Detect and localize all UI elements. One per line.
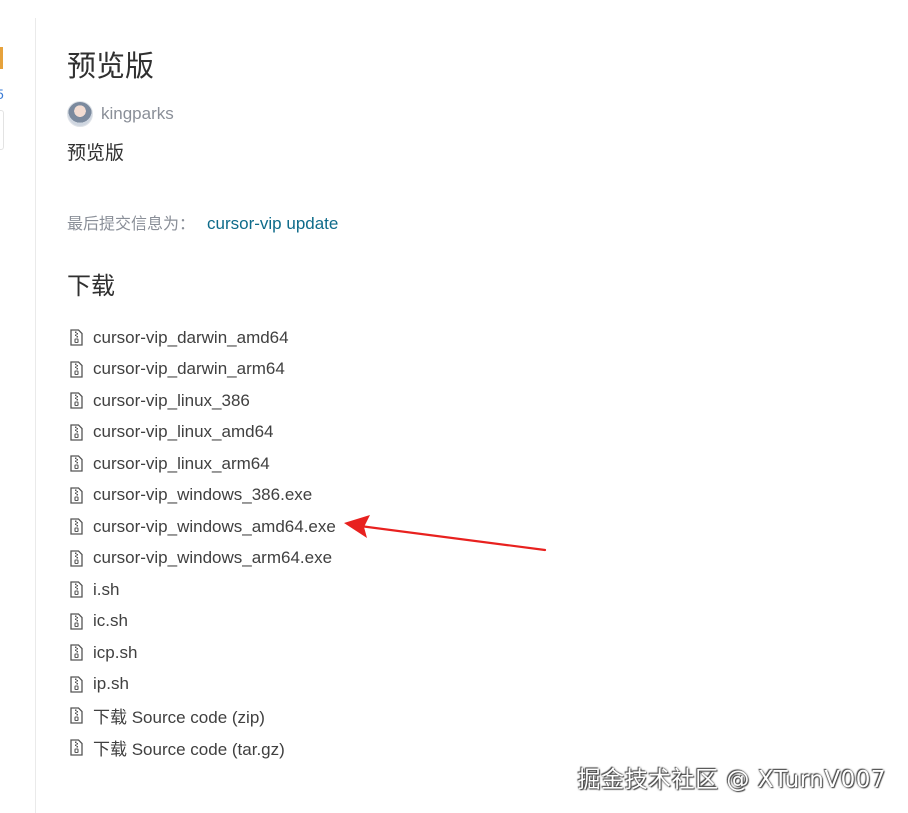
release-description: 预览版 [67,142,125,164]
file-zip-icon [70,644,83,661]
download-item[interactable]: ip.sh [67,669,867,701]
download-item-label: ip.sh [93,674,129,694]
download-item[interactable]: cursor-vip_darwin_arm64 [67,354,867,386]
annotation-arrow [344,515,547,552]
download-item[interactable]: 下载 Source code (tar.gz) [67,732,867,764]
left-button-fragment[interactable] [0,110,4,150]
avatar[interactable] [67,101,93,127]
download-item-label: cursor-vip_linux_arm64 [93,453,270,473]
release-title: 预览版 [67,49,155,83]
watermark: 掘金技术社区 @ XTurnV007 [577,767,886,793]
download-item[interactable]: icp.sh [67,637,867,669]
author-name[interactable]: kingparks [101,104,174,124]
file-zip-icon [70,613,83,630]
download-item-label: icp.sh [93,642,138,662]
release-panel: 预览版 kingparks 预览版 最后提交信息为： cursor-vip upd… [67,40,867,763]
download-item-label: 下载 Source code (tar.gz) [93,739,285,759]
author-row: kingparks [67,100,867,128]
file-zip-icon [70,581,83,598]
file-zip-icon [70,329,83,346]
download-item[interactable]: cursor-vip_linux_386 [67,385,867,417]
left-count-fragment[interactable]: 5 [0,86,4,102]
arrow-shaft [358,524,547,552]
sidebar-divider [35,18,36,813]
download-item-label: cursor-vip_windows_amd64.exe [93,516,336,536]
download-item-label: cursor-vip_linux_amd64 [93,422,274,442]
download-item[interactable]: i.sh [67,574,867,606]
download-item-label: cursor-vip_windows_386.exe [93,485,313,505]
download-item-label: cursor-vip_linux_386 [93,390,250,410]
file-zip-icon [70,707,83,724]
downloads-heading: 下载 [67,272,115,300]
file-zip-icon [70,739,83,756]
left-accent-bar [0,47,3,69]
commit-info: 最后提交信息为： cursor-vip update [67,210,867,238]
file-zip-icon [70,361,83,378]
download-item[interactable]: cursor-vip_linux_amd64 [67,417,867,449]
download-item-label: cursor-vip_darwin_amd64 [93,327,289,347]
file-zip-icon [70,455,83,472]
download-item[interactable]: ic.sh [67,606,867,638]
download-item[interactable]: cursor-vip_darwin_amd64 [67,322,867,354]
download-item-label: i.sh [93,579,120,599]
file-zip-icon [70,487,83,504]
download-item-label: 下载 Source code (zip) [93,708,265,728]
download-item[interactable]: cursor-vip_windows_386.exe [67,480,867,512]
download-item-label: cursor-vip_darwin_arm64 [93,359,285,379]
download-item[interactable]: cursor-vip_linux_arm64 [67,448,867,480]
file-zip-icon [70,424,83,441]
file-zip-icon [70,518,83,535]
commit-label: 最后提交信息为： [67,214,196,233]
commit-link[interactable]: cursor-vip update [207,214,338,233]
file-zip-icon [70,550,83,567]
file-zip-icon [70,676,83,693]
download-item[interactable]: 下载 Source code (zip) [67,700,867,732]
download-item-label: cursor-vip_windows_arm64.exe [93,548,333,568]
download-item-label: ic.sh [93,611,128,631]
file-zip-icon [70,392,83,409]
